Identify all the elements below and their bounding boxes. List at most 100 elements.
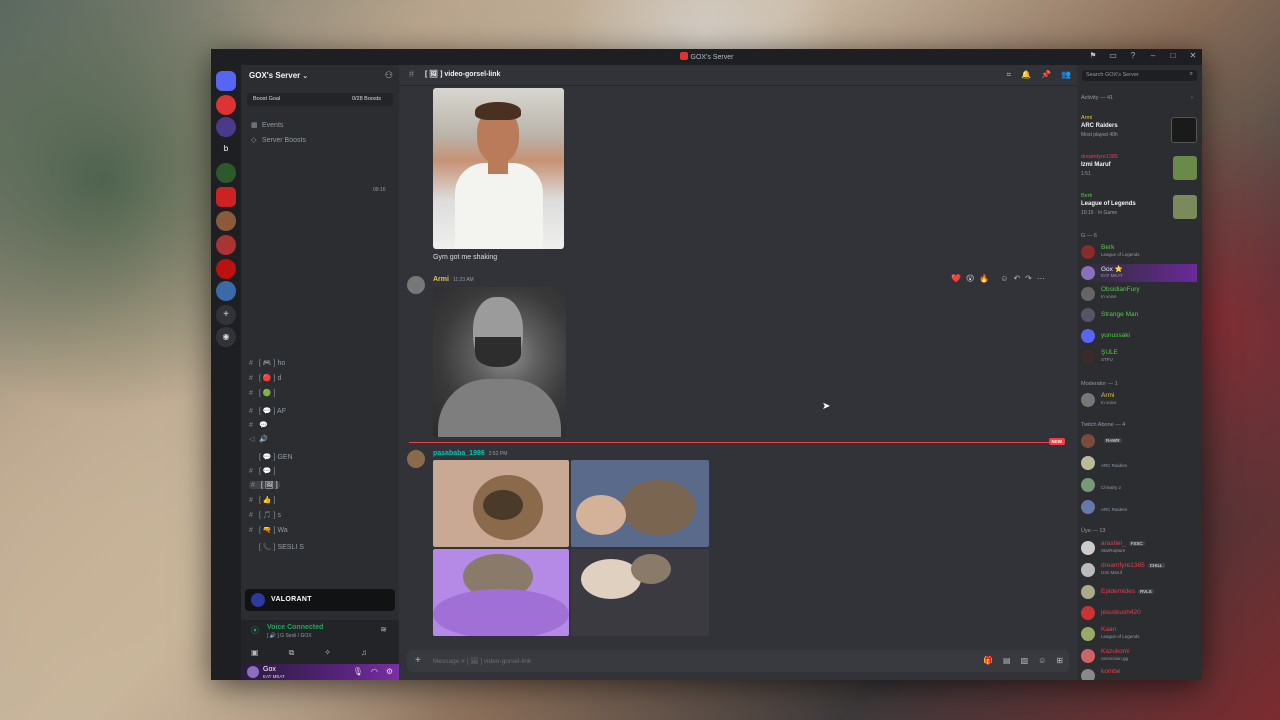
headphones-icon[interactable]: ◠	[371, 667, 378, 676]
camera-icon[interactable]: ▣	[251, 648, 259, 658]
channel-item-video-gorsel-link[interactable]: #[ 🖼 ]	[249, 481, 280, 489]
member-item[interactable]: jesuskush420	[1081, 604, 1197, 622]
member-item[interactable]: ObsidianFury In voice	[1081, 285, 1197, 303]
activity-icon[interactable]: ✧	[324, 648, 331, 658]
member-item[interactable]: Gox ⭐ EAT MEAT	[1081, 264, 1197, 282]
signal-icon[interactable]: ⦿	[251, 625, 259, 636]
image-attachment[interactable]	[433, 287, 566, 437]
discord-home-icon[interactable]	[216, 71, 236, 91]
attach-plus-icon[interactable]: +	[415, 655, 421, 666]
server-icon[interactable]	[216, 95, 236, 115]
server-boosts-link[interactable]: ◇ Server Boosts	[251, 136, 306, 144]
image-attachment[interactable]	[433, 460, 569, 547]
member-item[interactable]: Kazukomi Ascension.gg	[1081, 647, 1197, 665]
server-icon[interactable]	[216, 163, 236, 183]
member-item[interactable]: Armi In voice	[1081, 391, 1197, 409]
inbox-icon[interactable]: ▭	[1108, 51, 1118, 61]
minimize-icon[interactable]: –	[1148, 51, 1158, 61]
channel-item[interactable]: # 💬	[249, 421, 268, 429]
avatar[interactable]	[407, 276, 425, 294]
server-icon[interactable]	[216, 211, 236, 231]
image-attachment[interactable]	[433, 88, 564, 249]
events-link[interactable]: ▦ Events	[251, 121, 283, 129]
image-attachment[interactable]	[571, 549, 709, 636]
server-icon[interactable]	[216, 259, 236, 279]
soundboard-icon[interactable]: ♫	[361, 648, 367, 658]
forward-icon[interactable]: ↷	[1025, 274, 1032, 283]
channel-item[interactable]: #[ 💬 ] AF	[249, 407, 286, 415]
avatar[interactable]	[247, 666, 259, 678]
reply-icon[interactable]: ↶	[1013, 274, 1020, 283]
search-input[interactable]: Search GOX's Server ⌕	[1082, 70, 1197, 81]
server-icon[interactable]	[216, 235, 236, 255]
threads-icon[interactable]: ⌗	[1007, 70, 1012, 80]
mic-icon[interactable]: 🎙	[353, 667, 363, 676]
emoji-icon[interactable]: ☺	[1038, 656, 1046, 665]
message-author[interactable]: Armi 11:23 AM	[433, 276, 474, 283]
server-name[interactable]: GOX's Server ⌄	[249, 71, 308, 80]
channel-item[interactable]: #[ 👍 ]	[249, 496, 276, 504]
pin-icon[interactable]: 📌	[1041, 70, 1051, 80]
server-icon[interactable]: b	[216, 139, 236, 159]
member-item[interactable]: yunussaki	[1081, 327, 1197, 345]
settings-gear-icon[interactable]: ⚙	[386, 667, 393, 676]
add-reaction-icon[interactable]: ☺	[1000, 274, 1008, 283]
member-item[interactable]: Chivalry 2	[1081, 476, 1197, 494]
voice-channel-item[interactable]: ◁ 🔊	[249, 435, 268, 443]
channel-item[interactable]: #[ 🔫 ] Wa	[249, 526, 288, 534]
member-item[interactable]: Berk League of Legends	[1081, 243, 1197, 261]
message-input[interactable]: Message # [ 🖼 ] video-gorsel-link	[433, 657, 531, 665]
noise-suppression-icon[interactable]: ≋	[380, 625, 387, 634]
message-author[interactable]: pasababa_1986 2:52 PM	[433, 450, 507, 457]
member-item[interactable]: ARC Raiders	[1081, 454, 1197, 472]
invite-icon[interactable]: ⚇	[385, 70, 393, 81]
help-icon[interactable]: ?	[1128, 51, 1138, 61]
member-item[interactable]: ARC Raiders	[1081, 498, 1197, 516]
more-icon[interactable]: ⋯	[1037, 274, 1045, 283]
server-icon[interactable]	[216, 187, 236, 207]
member-item[interactable]: Kaan League of Legends	[1081, 625, 1197, 643]
reaction-wow[interactable]: 😮	[966, 274, 974, 283]
channel-item[interactable]: #[ 🟢 ]	[249, 389, 276, 397]
channel-item[interactable]: #[ 🔴 ] d	[249, 374, 281, 382]
gift-icon[interactable]: 🎁	[983, 656, 993, 665]
reaction-heart[interactable]: ❤️	[951, 274, 961, 283]
sticker-icon[interactable]: ▧	[1021, 656, 1029, 665]
boost-goal[interactable]: Boost Goal 0/28 Boosts	[247, 93, 393, 106]
channel-item[interactable]: #[ 💬 ]	[249, 467, 276, 475]
category-header[interactable]: [ 💬 ] GEN	[249, 453, 293, 461]
gif-icon[interactable]: ▤	[1003, 656, 1011, 665]
image-attachment[interactable]	[571, 460, 709, 547]
discover-icon[interactable]: ◉	[216, 327, 236, 347]
close-icon[interactable]: ✕	[1188, 51, 1198, 61]
member-item[interactable]: arastiel_ FSSC StarRupture	[1081, 539, 1197, 557]
message-composer[interactable]: + Message # [ 🖼 ] video-gorsel-link 🎁 ▤ …	[407, 650, 1069, 672]
channel-item[interactable]: #[ 🎮 ] ho	[249, 359, 285, 367]
activity-header[interactable]: Activity — 41 ›	[1081, 95, 1193, 101]
server-icon[interactable]	[216, 281, 236, 301]
flag-icon[interactable]: ⚑	[1088, 51, 1098, 61]
apps-icon[interactable]: ⊞	[1056, 656, 1063, 665]
member-list-icon[interactable]: 👥	[1061, 70, 1071, 80]
game-activity-valorant[interactable]: VALORANT	[245, 589, 395, 611]
image-attachment[interactable]	[433, 549, 569, 636]
screen-share-icon[interactable]: ⧉	[289, 648, 295, 658]
activity-card[interactable]: dreamfyre1385 Izmi Maruf 1:51	[1081, 154, 1197, 184]
activity-card[interactable]: Armi ARC Raiders Most played 40h	[1081, 115, 1197, 145]
maximize-icon[interactable]: □	[1168, 51, 1178, 61]
avatar[interactable]	[407, 450, 425, 468]
guild-tag: FSSC	[1128, 541, 1145, 546]
server-icon[interactable]	[216, 117, 236, 137]
bell-icon[interactable]: 🔔	[1021, 70, 1031, 80]
activity-card[interactable]: Berk League of Legends 10:15 · In Game	[1081, 193, 1197, 223]
member-item[interactable]: ŞULE STFU	[1081, 348, 1197, 366]
reaction-fire[interactable]: 🔥	[979, 274, 989, 283]
member-item[interactable]: Strange Man	[1081, 306, 1197, 324]
member-item[interactable]: dreamfyre1385 CHILL Izmi Maruf	[1081, 561, 1197, 579]
member-item[interactable]: RAWR	[1081, 432, 1197, 450]
voice-channel-item[interactable]: [ 📞 ] SESLI S	[249, 543, 304, 551]
channel-item[interactable]: #[ 🎵 ] s	[249, 511, 281, 519]
add-server-icon[interactable]: +	[216, 305, 236, 325]
member-item[interactable]: Epidemides RVLS	[1081, 583, 1197, 601]
member-item[interactable]: kombe	[1081, 667, 1197, 680]
